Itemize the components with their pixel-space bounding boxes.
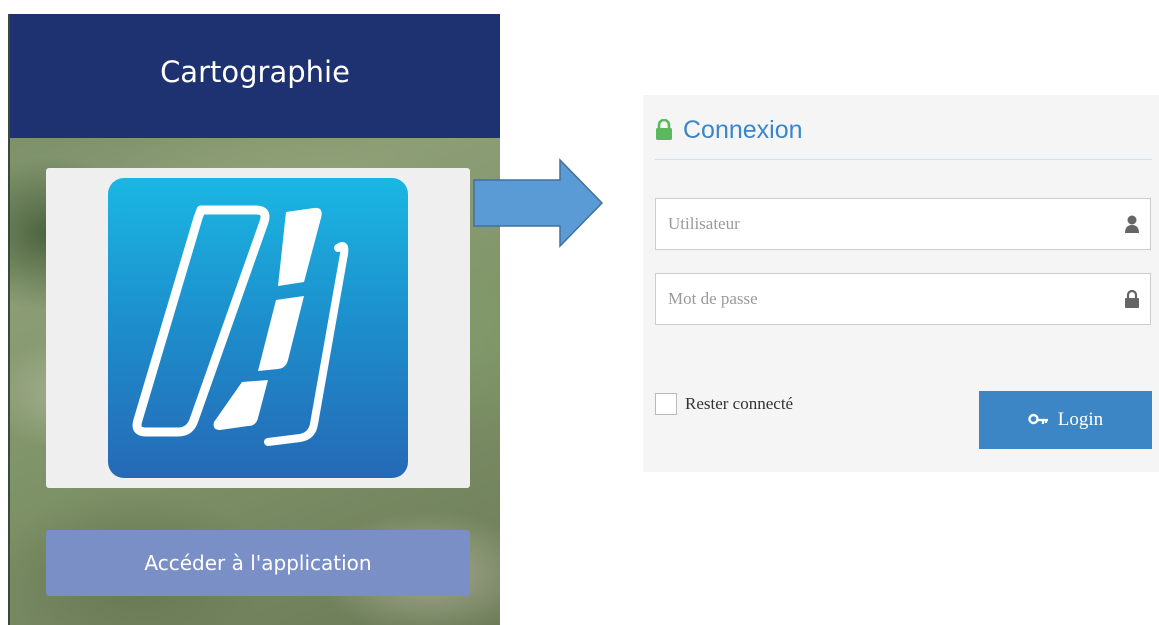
password-field bbox=[655, 273, 1151, 325]
remember-me[interactable]: Rester connecté bbox=[655, 393, 793, 415]
right-arrow-icon bbox=[472, 158, 604, 248]
map-layers-icon bbox=[108, 178, 408, 478]
login-button[interactable]: Login bbox=[979, 391, 1152, 449]
password-input[interactable] bbox=[656, 274, 1150, 324]
lock-icon bbox=[1125, 289, 1139, 308]
user-icon bbox=[1125, 215, 1139, 233]
remember-checkbox[interactable] bbox=[655, 393, 677, 415]
app-card-header: Cartographie bbox=[10, 14, 500, 138]
access-application-button[interactable]: Accéder à l'application bbox=[46, 530, 470, 596]
app-card: Cartographie Accéder à l'application bbox=[8, 14, 500, 625]
login-title: Connexion bbox=[683, 115, 803, 144]
username-input[interactable] bbox=[656, 199, 1150, 249]
remember-label: Rester connecté bbox=[685, 394, 794, 413]
key-icon bbox=[1028, 413, 1048, 425]
divider bbox=[655, 159, 1152, 160]
login-panel: Connexion Rester connecté Login bbox=[643, 95, 1159, 472]
logo-panel bbox=[46, 168, 470, 488]
username-field bbox=[655, 198, 1151, 250]
login-button-label: Login bbox=[1057, 409, 1104, 430]
app-title: Cartographie bbox=[160, 55, 350, 89]
lock-icon bbox=[656, 119, 672, 140]
login-heading: Connexion bbox=[655, 113, 803, 147]
